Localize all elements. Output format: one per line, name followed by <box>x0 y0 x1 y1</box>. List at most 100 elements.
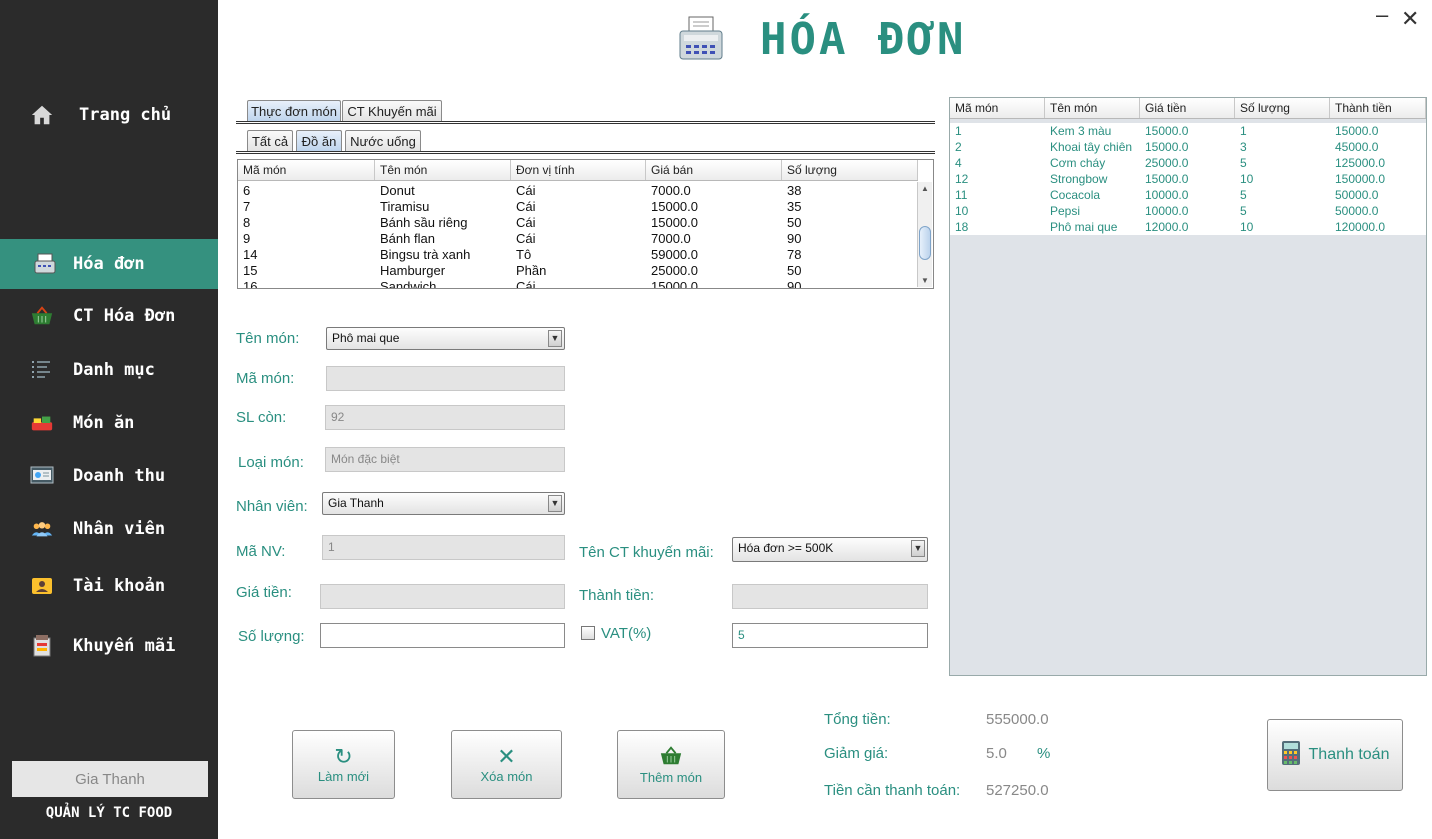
menu-table: Mã món Tên món Đơn vị tính Giá bán Số lư… <box>237 159 934 289</box>
sidebar-item-invoice[interactable]: Hóa đơn <box>0 239 218 289</box>
table-row[interactable]: 14 Bingsu trà xanh Tô 59000.0 78 <box>238 247 918 263</box>
staff-select[interactable]: Gia Thanh ▼ <box>322 492 565 515</box>
pay-button[interactable]: Thanh toán <box>1267 719 1403 791</box>
sidebar-item-home[interactable]: Trang chủ <box>0 90 218 140</box>
table-cell: 38 <box>787 183 802 198</box>
tab-divider <box>236 121 935 124</box>
column-header[interactable]: Giá bán <box>646 160 782 180</box>
close-button[interactable]: ✕ <box>1401 6 1419 32</box>
bill-table-body: 1 Kem 3 màu 15000.0 1 15000.0 2 Khoai tây chiê… <box>950 123 1426 235</box>
table-row[interactable]: 7 Tiramisu Cái 15000.0 35 <box>238 199 918 215</box>
column-header[interactable]: Giá tiền <box>1140 98 1235 118</box>
vat-checkbox[interactable] <box>581 626 595 640</box>
table-cell: 15000.0 <box>651 215 698 230</box>
refresh-icon: ↻ <box>334 744 353 769</box>
scroll-up-icon[interactable]: ▲ <box>921 184 929 193</box>
tab-food[interactable]: Đồ ăn <box>296 130 342 152</box>
table-cell: 7000.0 <box>651 183 691 198</box>
table-cell: 50 <box>787 215 802 230</box>
calculator-icon <box>1281 740 1301 771</box>
table-row[interactable]: 10 Pepsi 10000.0 5 50000.0 <box>950 203 1426 219</box>
table-cell: 5 <box>1240 188 1247 202</box>
table-cell: Pepsi <box>1050 204 1081 218</box>
table-row[interactable]: 8 Bánh sầu riêng Cái 15000.0 50 <box>238 215 918 231</box>
scroll-down-icon[interactable]: ▼ <box>921 276 929 285</box>
revenue-icon <box>30 464 54 488</box>
sidebar: Trang chủ Hóa đơn CT Hóa Đơn Danh mục Mó… <box>0 0 218 839</box>
tab-menu[interactable]: Thực đơn món <box>247 100 341 122</box>
column-header[interactable]: Số lượng <box>782 160 918 180</box>
table-row[interactable]: 15 Hamburger Phần 25000.0 50 <box>238 263 918 279</box>
table-cell: 15000.0 <box>651 279 698 289</box>
table-row[interactable]: 18 Phô mai que 12000.0 10 120000.0 <box>950 219 1426 235</box>
staff-label: Nhân viên: <box>236 498 308 515</box>
add-dish-button[interactable]: Thêm món <box>617 730 725 799</box>
amount-due-label: Tiền cần thanh toán: <box>824 782 961 799</box>
menu-table-scrollbar[interactable]: ▲ ▼ <box>917 182 932 287</box>
column-header[interactable]: Tên món <box>375 160 511 180</box>
sidebar-item-promotion[interactable]: Khuyến mãi <box>0 621 218 671</box>
table-cell: 25000.0 <box>1145 156 1189 170</box>
delete-dish-button[interactable]: ✕ Xóa món <box>451 730 562 799</box>
tab-all[interactable]: Tất cả <box>247 130 293 152</box>
table-cell: 12 <box>955 172 969 186</box>
table-cell: Bánh flan <box>380 231 435 246</box>
table-row[interactable]: 6 Donut Cái 7000.0 38 <box>238 183 918 199</box>
table-cell: 10 <box>1240 220 1254 234</box>
vat-input[interactable]: 5 <box>732 623 928 648</box>
column-header[interactable]: Tên món <box>1045 98 1140 118</box>
table-cell: 120000.0 <box>1335 220 1386 234</box>
table-cell: 15000.0 <box>1145 172 1189 186</box>
table-cell: 7000.0 <box>651 231 691 246</box>
column-header[interactable]: Mã món <box>950 98 1045 118</box>
sidebar-item-label: Doanh thu <box>73 466 166 486</box>
close-icon: ✕ <box>1401 6 1420 31</box>
table-row[interactable]: 12 Strongbow 15000.0 10 150000.0 <box>950 171 1426 187</box>
stock-label: SL còn: <box>236 409 287 426</box>
discount-label: Giảm giá: <box>824 745 889 762</box>
table-row[interactable]: 2 Khoai tây chiên 15000.0 3 45000.0 <box>950 139 1426 155</box>
minimize-button[interactable]: – <box>1376 2 1388 28</box>
table-cell: 2 <box>955 140 962 154</box>
discount-unit: % <box>1037 745 1051 762</box>
table-cell: Cái <box>516 199 536 214</box>
bill-table-header: Mã món Tên món Giá tiền Số lượng Thành t… <box>950 98 1426 119</box>
table-cell: Phô mai que <box>1050 220 1118 234</box>
basket-icon <box>659 745 683 770</box>
refresh-button[interactable]: ↻ Làm mới <box>292 730 395 799</box>
sidebar-item-label: Món ăn <box>73 413 135 433</box>
staff-value: Gia Thanh <box>328 496 384 510</box>
dish-name-select[interactable]: Phô mai que ▼ <box>326 327 565 350</box>
promotion-value: Hóa đơn >= 500K <box>738 541 834 555</box>
sidebar-item-account[interactable]: Tài khoản <box>0 561 218 611</box>
sidebar-item-staff[interactable]: Nhân viên <box>0 504 218 554</box>
promotion-select[interactable]: Hóa đơn >= 500K ▼ <box>732 537 928 562</box>
column-header[interactable]: Số lượng <box>1235 98 1330 118</box>
sidebar-item-dishes[interactable]: Món ăn <box>0 398 218 448</box>
table-cell: 12000.0 <box>1145 220 1189 234</box>
table-cell: 10000.0 <box>1145 204 1189 218</box>
table-cell: 16 <box>243 279 258 289</box>
table-row[interactable]: 4 Cơm cháy 25000.0 5 125000.0 <box>950 155 1426 171</box>
table-row[interactable]: 9 Bánh flan Cái 7000.0 90 <box>238 231 918 247</box>
sidebar-item-invoice-detail[interactable]: CT Hóa Đơn <box>0 291 218 341</box>
column-header[interactable]: Đơn vị tính <box>511 160 646 180</box>
table-cell: 50 <box>787 263 802 278</box>
table-cell: Cocacola <box>1050 188 1101 202</box>
table-row[interactable]: 16 Sandwich Cái 15000.0 90 <box>238 279 918 289</box>
table-row[interactable]: 11 Cocacola 10000.0 5 50000.0 <box>950 187 1426 203</box>
table-cell: Phần <box>516 263 547 278</box>
price-field <box>320 584 565 609</box>
sidebar-item-label: Danh mục <box>73 360 155 380</box>
sidebar-item-category[interactable]: Danh mục <box>0 345 218 395</box>
total-label: Tổng tiền: <box>824 711 891 728</box>
sidebar-item-revenue[interactable]: Doanh thu <box>0 451 218 501</box>
tab-drinks[interactable]: Nước uống <box>345 130 421 152</box>
column-header[interactable]: Thành tiền <box>1330 98 1426 118</box>
quantity-input[interactable] <box>320 623 565 648</box>
column-header[interactable]: Mã món <box>238 160 375 180</box>
scroll-thumb[interactable] <box>919 226 931 260</box>
table-row[interactable]: 1 Kem 3 màu 15000.0 1 15000.0 <box>950 123 1426 139</box>
tab-promotion[interactable]: CT Khuyến mãi <box>342 100 442 122</box>
sidebar-item-label: CT Hóa Đơn <box>73 306 176 326</box>
